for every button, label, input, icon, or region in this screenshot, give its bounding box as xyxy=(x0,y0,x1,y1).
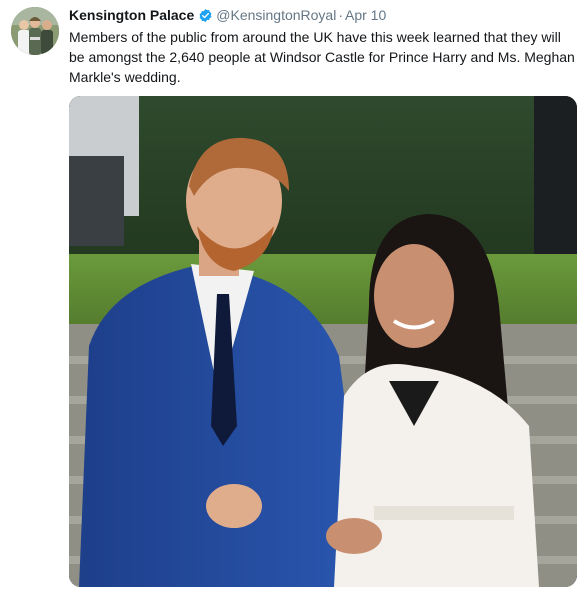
separator: · xyxy=(338,7,343,23)
tweet[interactable]: Kensington Palace @KensingtonRoyal · Apr 1… xyxy=(0,0,588,589)
tweet-photo[interactable] xyxy=(69,96,577,587)
avatar[interactable] xyxy=(11,7,59,55)
verified-badge-icon xyxy=(199,8,212,23)
tweet-text: Members of the public from around the UK… xyxy=(69,29,575,85)
tweet-header: Kensington Palace @KensingtonRoyal · Apr 1… xyxy=(69,6,386,24)
timestamp[interactable]: Apr 10 xyxy=(345,7,386,23)
handle[interactable]: @KensingtonRoyal xyxy=(216,7,336,23)
display-name[interactable]: Kensington Palace xyxy=(69,7,194,23)
avatar-image xyxy=(11,7,59,55)
photo-image xyxy=(69,96,577,587)
